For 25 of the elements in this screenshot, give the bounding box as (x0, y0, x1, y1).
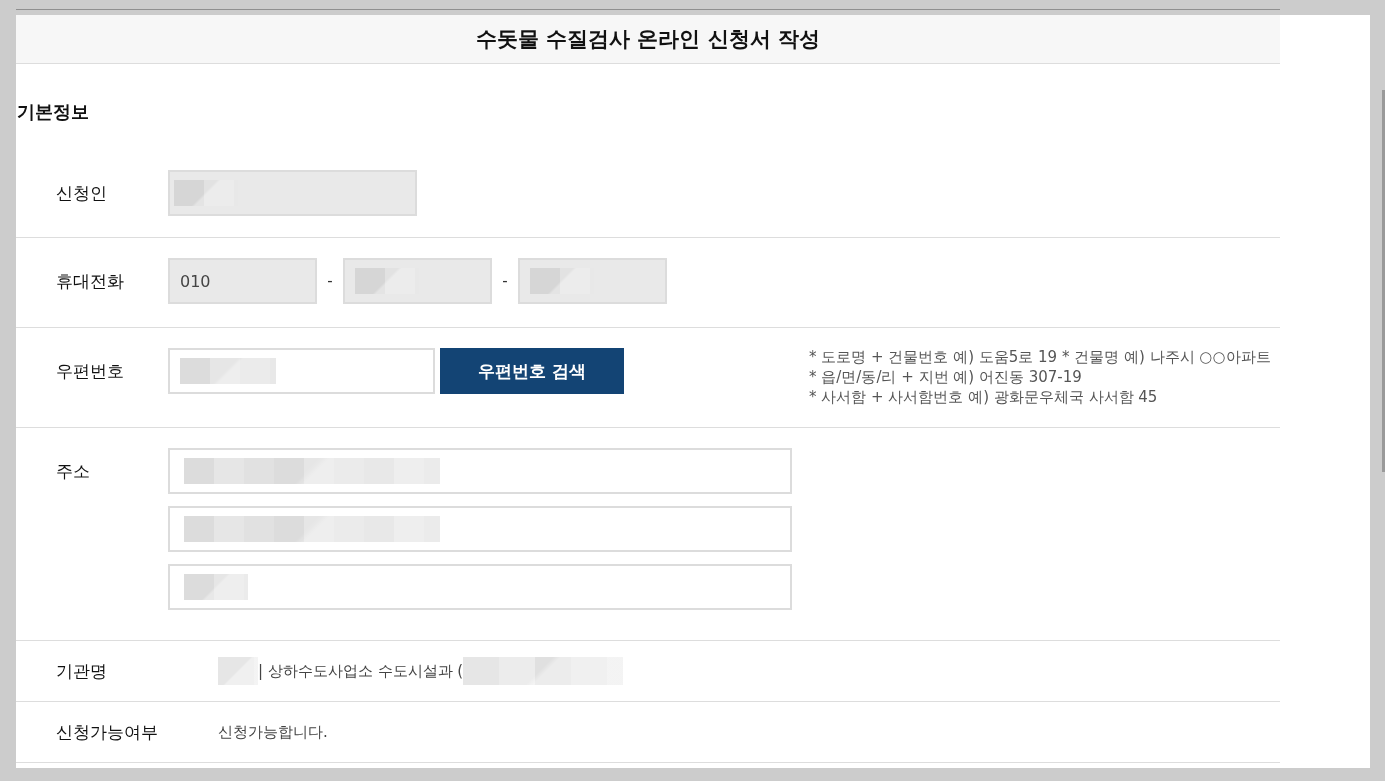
value-text: 신청가능합니다. (218, 722, 328, 742)
page-title: 수돗물 수질검사 온라인 신청서 작성 (475, 26, 821, 53)
input-field[interactable] (343, 258, 492, 304)
field-label: 신청인 (56, 182, 108, 205)
input-field[interactable] (168, 170, 417, 216)
dash-separator: - (501, 271, 509, 292)
address-hint-text: * 읍/면/동/리 + 지번 예) 어진동 307-19 (809, 367, 1083, 387)
dash-separator: - (326, 271, 334, 292)
input-field[interactable] (168, 506, 792, 552)
value-text: | 상하수도사업소 수도시설과 ( (258, 661, 464, 681)
input-field[interactable] (168, 448, 792, 494)
field-label: 휴대전화 (56, 270, 125, 293)
section-heading: 기본정보 (17, 100, 89, 124)
scrollbar-thumb[interactable] (1382, 90, 1385, 472)
input-field[interactable] (518, 258, 667, 304)
field-label: 신청가능여부 (56, 721, 159, 744)
field-label: 기관명 (56, 660, 108, 683)
field-label: 주소 (56, 460, 91, 483)
field-label: 우편번호 (56, 360, 125, 383)
address-hint-text: * 도로명 + 건물번호 예) 도움5로 19 * 건물명 예) 나주시 ○○아파트 (809, 347, 1271, 367)
input-field[interactable]: 010 (168, 258, 317, 304)
zipcode-search-button[interactable]: 우편번호 검색 (440, 348, 624, 394)
input-field[interactable] (168, 348, 435, 394)
address-hint-text: * 사서함 + 사서함번호 예) 광화문우체국 사서함 45 (809, 387, 1159, 407)
input-field[interactable] (168, 564, 792, 610)
